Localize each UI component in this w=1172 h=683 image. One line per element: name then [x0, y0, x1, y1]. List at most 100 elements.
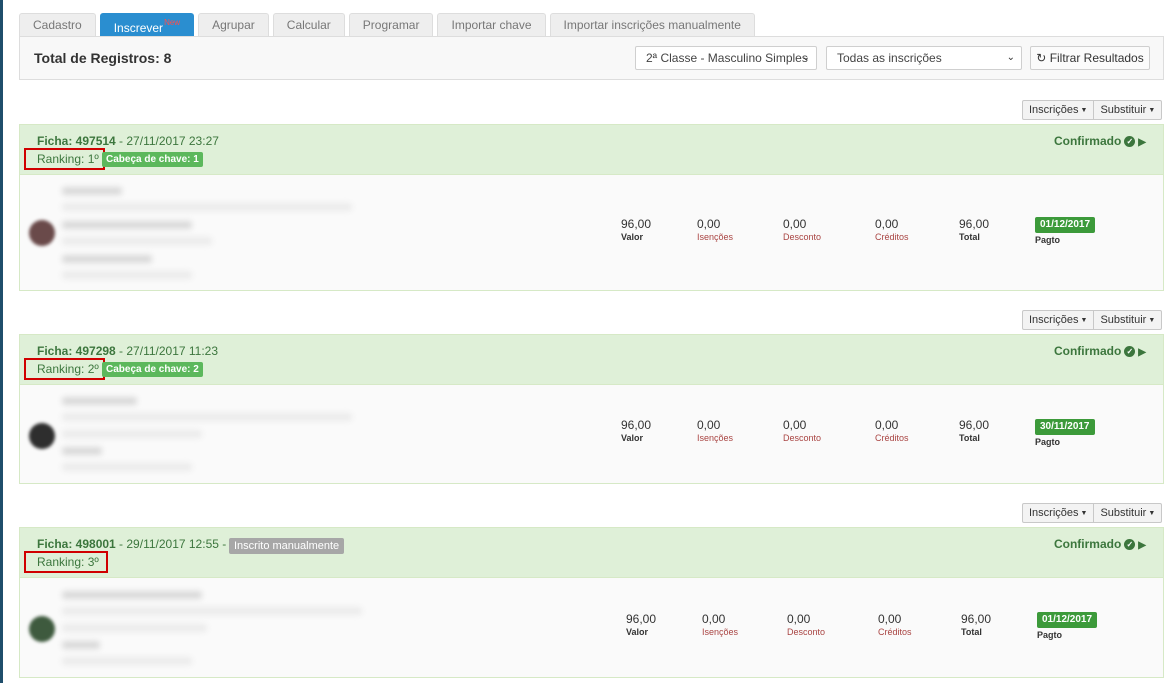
tab-label: Inscrever — [113, 21, 164, 35]
inscricoes-label: Inscrições — [1029, 507, 1079, 519]
total-field: 96,00 Total — [959, 419, 989, 444]
blurred-details — [62, 657, 192, 665]
chevron-down-icon: ⌄ — [1006, 52, 1015, 63]
status-confirmed[interactable]: Confirmado ✓ ▶ — [1054, 537, 1146, 551]
refresh-icon: ↻ — [1036, 51, 1047, 65]
play-icon: ▶ — [1138, 347, 1146, 358]
payment-date-badge: 30/11/2017 — [1035, 419, 1095, 435]
tab-label: Agrupar — [212, 18, 255, 32]
tab-importar-inscricoes[interactable]: Importar inscrições manualmente — [549, 13, 755, 36]
tab-label: Cadastro — [33, 18, 82, 32]
ficha-number[interactable]: Ficha: 497514 — [37, 134, 116, 148]
valor-label: Valor — [621, 433, 644, 443]
isencoes-value: 0,00 — [697, 418, 721, 432]
registration-card: Ficha: 497514 - 27/11/2017 23:27 Ranking… — [19, 124, 1164, 291]
creditos-label: Créditos — [875, 433, 909, 443]
blurred-details — [62, 607, 362, 615]
inscricoes-dropdown[interactable]: Inscrições ▼ — [1023, 311, 1093, 329]
substituir-dropdown[interactable]: Substituir ▼ — [1093, 504, 1161, 522]
ficha-line: Ficha: 497514 - 27/11/2017 23:27 — [37, 134, 219, 148]
total-value: 96,00 — [959, 217, 990, 231]
avatar — [29, 423, 55, 449]
chevron-down-icon: ⌄ — [801, 52, 810, 63]
blurred-details — [62, 624, 207, 632]
inscricoes-label: Inscrições — [1029, 104, 1079, 116]
valor-value: 96,00 — [621, 217, 652, 231]
payment-date-badge: 01/12/2017 — [1037, 612, 1098, 628]
payment-info: 01/12/2017 Pagto — [1037, 611, 1098, 640]
isencoes-value: 0,00 — [697, 217, 721, 231]
blurred-club — [62, 255, 152, 263]
blurred-partner — [62, 221, 192, 229]
caret-down-icon: ▼ — [1148, 317, 1156, 324]
tab-label: Importar inscrições manualmente — [563, 18, 741, 32]
desconto-value: 0,00 — [783, 418, 807, 432]
status-confirmed[interactable]: Confirmado ✓ ▶ — [1054, 134, 1146, 148]
tab-programar[interactable]: Programar — [348, 13, 434, 36]
payment-info: 30/11/2017 Pagto — [1035, 418, 1095, 447]
ficha-number[interactable]: Ficha: 498001 — [37, 537, 116, 551]
inscricoes-dropdown[interactable]: Inscrições ▼ — [1023, 101, 1093, 119]
left-border — [0, 0, 3, 683]
total-field: 96,00 Total — [961, 613, 991, 638]
payment-info: 01/12/2017 Pagto — [1035, 216, 1096, 245]
blurred-club — [62, 447, 102, 455]
tab-label: Programar — [362, 18, 420, 32]
play-icon: ▶ — [1138, 137, 1146, 148]
record-actions: Inscrições ▼ Substituir ▼ — [1022, 503, 1163, 523]
tab-inscrever[interactable]: InscreverNew — [99, 13, 195, 36]
substituir-dropdown[interactable]: Substituir ▼ — [1093, 311, 1161, 329]
tab-label: Calcular — [286, 18, 331, 32]
total-field: 96,00 Total — [959, 218, 989, 243]
avatar — [29, 616, 55, 642]
blurred-club — [62, 641, 100, 649]
creditos-field: 0,00 Créditos — [875, 218, 909, 243]
payment-label: Pagto — [1035, 437, 1061, 447]
avatar — [29, 220, 55, 246]
desconto-label: Desconto — [783, 232, 822, 242]
status-select[interactable]: Todas as inscrições ⌄ — [826, 46, 1022, 70]
check-circle-icon: ✓ — [1124, 136, 1136, 147]
isencoes-field: 0,00 Isenções — [702, 613, 738, 638]
new-badge: New — [164, 18, 181, 27]
tab-bar: Cadastro InscreverNew Agrupar Calcular P… — [19, 13, 755, 36]
blurred-details — [62, 237, 212, 245]
caret-down-icon: ▼ — [1080, 510, 1088, 517]
status-label: Confirmado — [1053, 134, 1122, 148]
manual-entry-badge: Inscrito manualmente — [229, 538, 345, 554]
creditos-value: 0,00 — [875, 217, 899, 231]
creditos-label: Créditos — [878, 627, 912, 637]
valor-field: 96,00 Valor — [626, 613, 656, 638]
isencoes-field: 0,00 Isenções — [697, 419, 733, 444]
ranking-highlight: Ranking: 3º — [24, 551, 108, 573]
tab-importar-chave[interactable]: Importar chave — [437, 13, 546, 36]
isencoes-value: 0,00 — [702, 612, 726, 626]
seed-badge: Cabeça de chave: 2 — [102, 362, 203, 377]
valor-label: Valor — [621, 232, 644, 242]
record-actions: Inscrições ▼ Substituir ▼ — [1022, 100, 1163, 120]
category-select[interactable]: 2ª Classe - Masculino Simples ⌄ — [635, 46, 817, 70]
total-label: Total — [961, 627, 982, 637]
ficha-datetime: - 27/11/2017 11:23 — [115, 344, 219, 358]
tab-calcular[interactable]: Calcular — [272, 13, 345, 36]
card-header: Ficha: 498001 - 29/11/2017 12:55 - Inscr… — [20, 528, 1163, 578]
blurred-details — [62, 203, 352, 211]
ranking-highlight: Ranking: 1º — [24, 148, 105, 170]
creditos-field: 0,00 Créditos — [875, 419, 909, 444]
ficha-number[interactable]: Ficha: 497298 — [37, 344, 116, 358]
status-select-value: Todas as inscrições — [837, 51, 942, 65]
caret-down-icon: ▼ — [1148, 510, 1156, 517]
payment-label: Pagto — [1037, 630, 1063, 640]
inscricoes-dropdown[interactable]: Inscrições ▼ — [1023, 504, 1093, 522]
filter-results-button[interactable]: ↻ Filtrar Resultados — [1030, 46, 1150, 70]
valor-label: Valor — [626, 627, 649, 637]
tab-cadastro[interactable]: Cadastro — [19, 13, 96, 36]
desconto-field: 0,00 Desconto — [783, 419, 821, 444]
creditos-value: 0,00 — [878, 612, 902, 626]
tab-agrupar[interactable]: Agrupar — [198, 13, 269, 36]
creditos-label: Créditos — [875, 232, 909, 242]
substituir-label: Substituir — [1100, 507, 1147, 519]
substituir-dropdown[interactable]: Substituir ▼ — [1093, 101, 1161, 119]
desconto-field: 0,00 Desconto — [787, 613, 825, 638]
status-confirmed[interactable]: Confirmado ✓ ▶ — [1054, 344, 1146, 358]
